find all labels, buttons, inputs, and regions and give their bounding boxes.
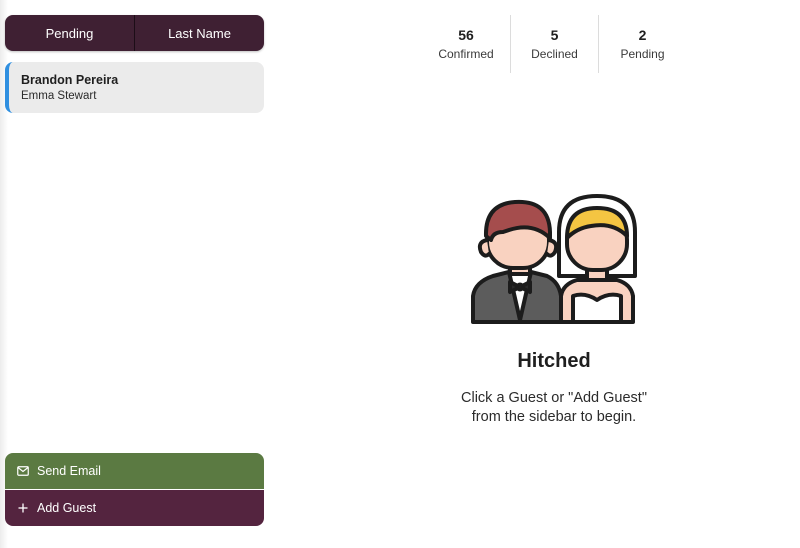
- guest-name: Brandon Pereira: [21, 73, 119, 87]
- sort-option-last-name[interactable]: Last Name: [134, 15, 264, 51]
- guest-list-item[interactable]: Brandon Pereira Emma Stewart: [5, 62, 264, 113]
- stat-pending: 2 Pending: [598, 15, 686, 73]
- sort-option-pending[interactable]: Pending: [5, 15, 134, 51]
- envelope-icon: [17, 465, 29, 477]
- send-email-button[interactable]: Send Email: [5, 453, 264, 489]
- guest-partner-name: Emma Stewart: [21, 90, 97, 102]
- bride-and-groom-icon: [463, 192, 645, 328]
- empty-state-title: Hitched: [517, 350, 591, 372]
- stat-declined: 5 Declined: [510, 15, 598, 73]
- send-email-label: Send Email: [37, 464, 101, 478]
- empty-state-message: Click a Guest or "Add Guest" from the si…: [440, 389, 668, 427]
- empty-state-line: Click a Guest or "Add Guest": [461, 390, 647, 406]
- empty-state-line: from the sidebar to begin.: [471, 409, 637, 425]
- stat-label: Pending: [620, 47, 665, 61]
- stat-confirmed: 56 Confirmed: [422, 15, 510, 73]
- stat-value: 5: [550, 27, 559, 43]
- sidebar: Pending Last Name Brandon Pereira Emma S…: [0, 0, 270, 548]
- add-guest-label: Add Guest: [37, 501, 97, 515]
- add-guest-button[interactable]: Add Guest: [5, 490, 264, 526]
- stat-label: Confirmed: [438, 47, 494, 61]
- stat-value: 2: [638, 27, 647, 43]
- rsvp-stats: 56 Confirmed 5 Declined 2 Pending: [422, 15, 686, 73]
- stat-value: 56: [458, 27, 474, 43]
- plus-icon: [17, 502, 29, 514]
- sort-toggle: Pending Last Name: [5, 15, 264, 51]
- app-root: Pending Last Name Brandon Pereira Emma S…: [0, 0, 800, 548]
- stat-label: Declined: [531, 47, 578, 61]
